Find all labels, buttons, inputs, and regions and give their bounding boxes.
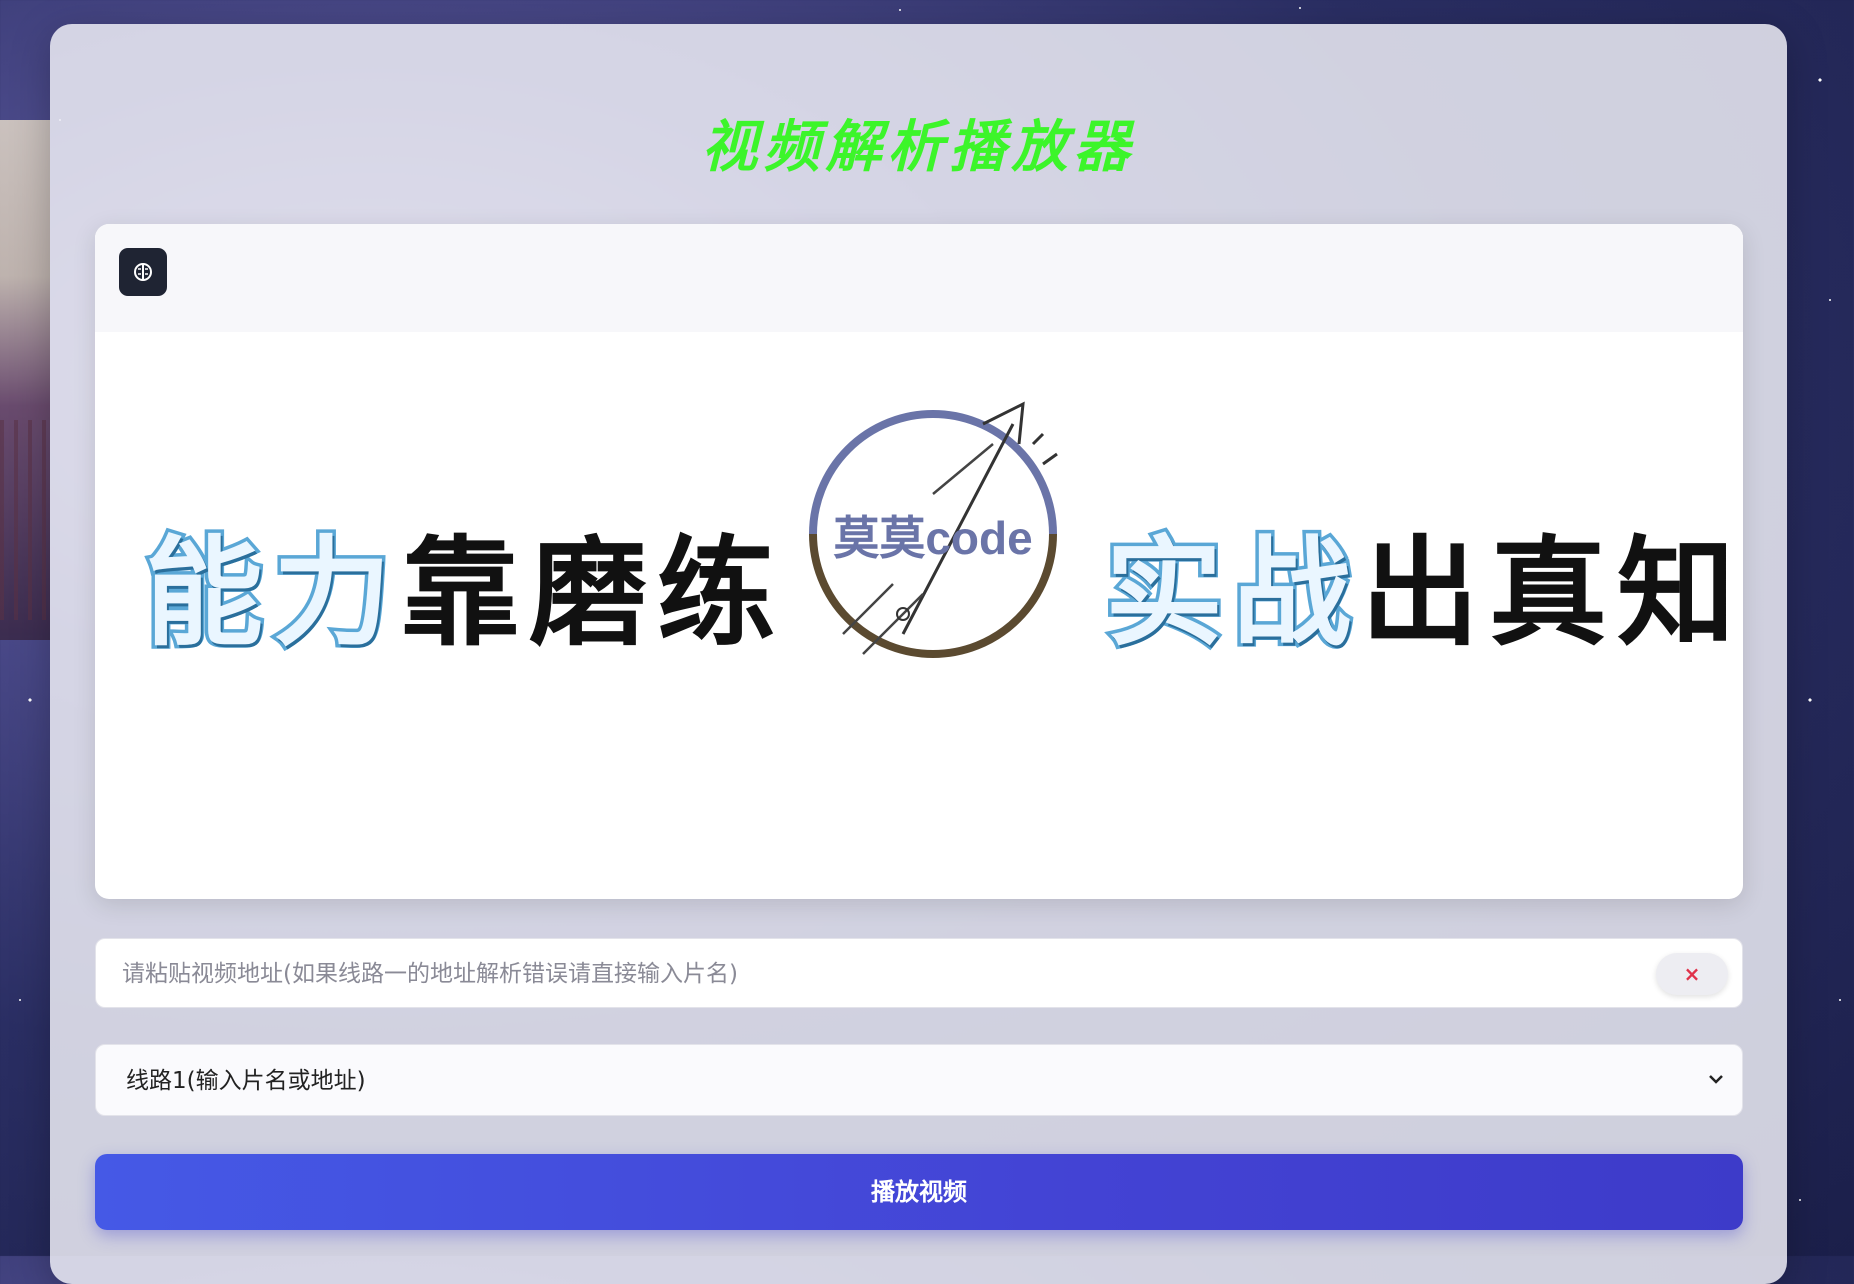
slogan-right-text: 出真知 xyxy=(1361,523,1743,662)
line-select-value: 线路1(输入片名或地址) xyxy=(126,1068,366,1094)
brand-logo: 莫莫code xyxy=(783,384,1083,684)
slogan-left-highlight: 能力 xyxy=(141,520,402,666)
video-player[interactable]: 能力靠磨练 莫莫code 实战出真知 xyxy=(95,224,1743,899)
brain-icon[interactable] xyxy=(119,248,167,296)
background-artwork xyxy=(0,120,50,640)
play-video-button[interactable]: 播放视频 xyxy=(95,1154,1743,1230)
chevron-down-icon xyxy=(1709,1075,1723,1084)
page-title: 视频解析播放器 xyxy=(701,114,1136,180)
close-icon: × xyxy=(1683,962,1701,986)
url-input-placeholder: 请粘贴视频地址(如果线路一的地址解析错误请直接输入片名) xyxy=(122,961,738,987)
slogan-right: 实战出真知 xyxy=(1101,497,1743,668)
line-select[interactable]: 线路1(输入片名或地址) xyxy=(95,1044,1743,1116)
slogan-right-highlight: 实战 xyxy=(1101,520,1362,666)
main-panel: 视频解析播放器 能力靠磨练 莫莫code 实战出真知 请粘贴视频地址(如果线路一… xyxy=(50,24,1787,1284)
player-banner: 能力靠磨练 莫莫code 实战出真知 xyxy=(95,332,1743,792)
slogan-left: 能力靠磨练 xyxy=(141,497,786,668)
clear-button[interactable]: × xyxy=(1656,953,1728,995)
player-toolbar xyxy=(95,224,1743,332)
url-input[interactable]: 请粘贴视频地址(如果线路一的地址解析错误请直接输入片名) × xyxy=(95,938,1743,1008)
logo-text: 莫莫code xyxy=(833,512,1033,564)
slogan-left-text: 靠磨练 xyxy=(401,523,786,662)
